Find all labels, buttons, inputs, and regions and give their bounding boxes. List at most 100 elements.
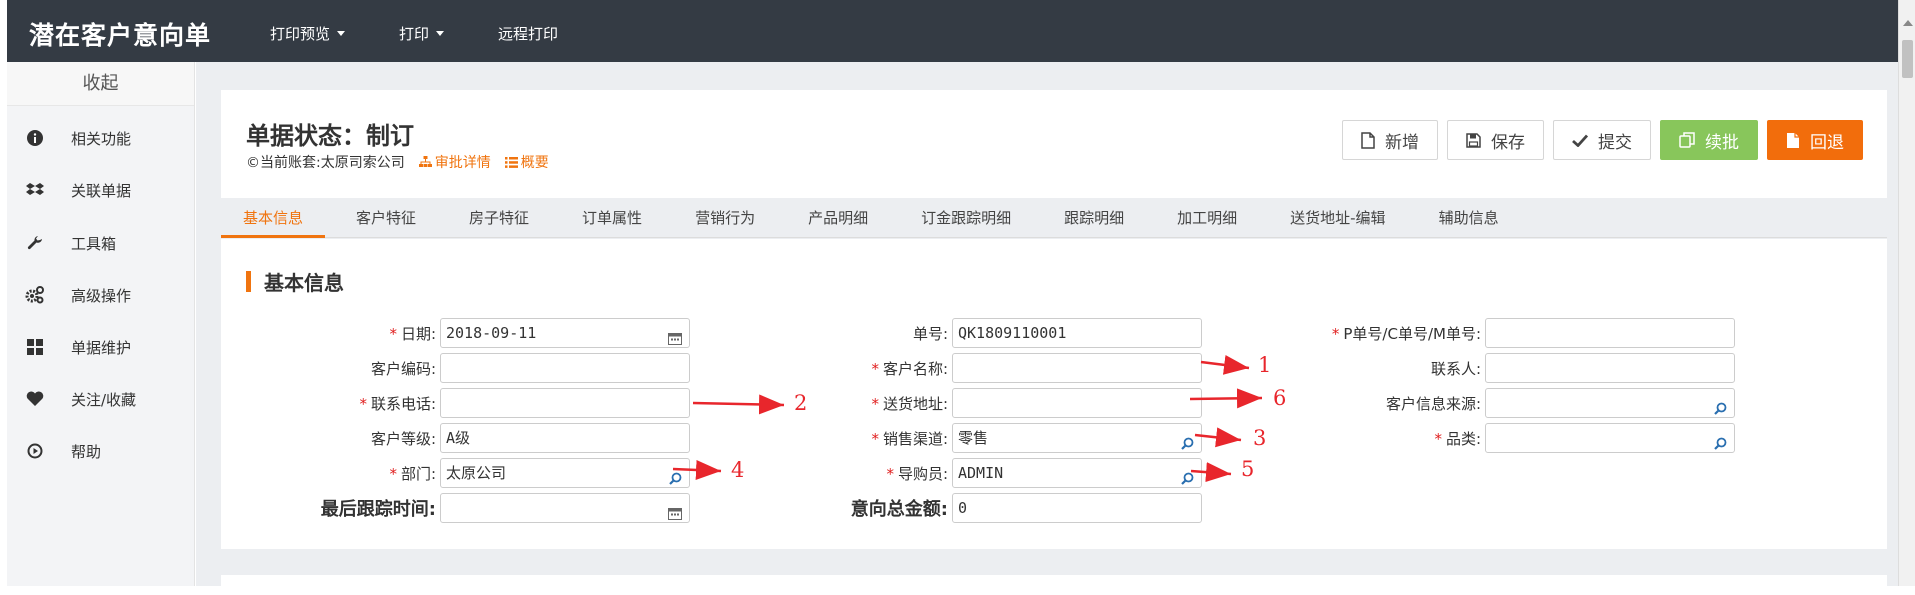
category-label-text: 品类: — [1445, 429, 1481, 448]
continue-approval-button[interactable]: 续批 — [1660, 120, 1758, 160]
scroll-up-icon[interactable] — [1903, 20, 1913, 26]
sidebar-item-doc-maintenance[interactable]: 单据维护 — [7, 332, 195, 362]
delivery-address-row: * 送货地址: — [691, 388, 1202, 418]
sidebar-item-help[interactable]: 帮助 — [7, 436, 195, 466]
top-bar: 潜在客户意向单 打印预览 打印 远程打印 — [7, 0, 1898, 62]
date-value: 2018-09-11 — [446, 324, 537, 342]
last-tracking-time-field[interactable] — [440, 493, 690, 523]
print-preview-menu[interactable]: 打印预览 — [270, 23, 346, 44]
phone-row: * 联系电话: — [221, 388, 690, 418]
customer-level-field[interactable]: A级 — [440, 423, 690, 453]
search-icon[interactable] — [669, 466, 682, 494]
required-mark: * — [1331, 324, 1340, 343]
required-mark: * — [871, 359, 879, 378]
required-mark: * — [871, 394, 879, 413]
save-button[interactable]: 保存 — [1447, 120, 1544, 160]
tab-product-details[interactable]: 产品明细 — [786, 198, 890, 238]
phone-field[interactable] — [440, 388, 690, 418]
department-field[interactable]: 太原公司 — [440, 458, 690, 488]
tab-auxiliary-info[interactable]: 辅助信息 — [1417, 198, 1521, 238]
sidebar-item-linked-docs[interactable]: 关联单据 — [7, 175, 195, 205]
tab-marketing[interactable]: 营销行为 — [673, 198, 777, 238]
delivery-address-label-text: 送货地址: — [882, 394, 948, 413]
sidebar-item-favorites[interactable]: 关注/收藏 — [7, 384, 195, 414]
customer-code-label: 客户编码: — [370, 359, 436, 378]
intended-total-label: 意向总金额: — [850, 499, 948, 520]
annotation-4: 4 — [731, 458, 745, 482]
doc-number-label: 单号: — [912, 324, 948, 343]
tab-processing-details[interactable]: 加工明细 — [1155, 198, 1259, 238]
p-c-m-number-field[interactable] — [1485, 318, 1735, 348]
submit-button[interactable]: 提交 — [1553, 120, 1651, 160]
annotation-1: 1 — [1258, 353, 1272, 377]
intended-total-field[interactable]: 0 — [952, 493, 1202, 523]
required-mark: * — [359, 394, 367, 413]
p-c-m-number-label-text: P单号/C单号/M单号: — [1343, 324, 1481, 343]
sidebar-item-label: 帮助 — [71, 442, 102, 461]
required-mark: * — [389, 324, 397, 343]
sidebar-item-related[interactable]: 相关功能 — [7, 123, 195, 153]
department-label-text: 部门: — [400, 464, 436, 483]
annotation-6: 6 — [1273, 386, 1287, 410]
tab-order-attributes[interactable]: 订单属性 — [560, 198, 664, 238]
intended-total-row: 意向总金额: 0 — [691, 493, 1202, 523]
sitemap-icon — [418, 156, 432, 167]
tab-deposit-tracking[interactable]: 订金跟踪明细 — [899, 198, 1033, 238]
search-icon[interactable] — [1714, 431, 1727, 459]
sidebar-item-label: 相关功能 — [71, 129, 132, 148]
remote-print-menu[interactable]: 远程打印 — [498, 23, 558, 44]
continue-approval-label: 续批 — [1705, 132, 1739, 153]
top-nav: 打印预览 打印 远程打印 — [270, 23, 612, 44]
tab-basic-info[interactable]: 基本信息 — [221, 198, 326, 238]
customer-code-row: 客户编码: — [221, 353, 690, 383]
category-label: * 品类: — [1171, 428, 1481, 449]
sales-channel-field[interactable]: 零售 — [952, 423, 1202, 453]
calendar-icon[interactable] — [668, 501, 682, 529]
customer-name-label: * 客户名称: — [691, 358, 948, 379]
shopping-guide-field[interactable]: ADMIN — [952, 458, 1202, 488]
phone-label: * 联系电话: — [221, 393, 436, 414]
summary-label: 概要 — [520, 155, 549, 171]
customer-name-label-text: 客户名称: — [882, 359, 948, 378]
vertical-scrollbar[interactable] — [1898, 0, 1915, 586]
account-line: ©当前账套:太原司索公司 审批详情 概要 — [246, 152, 549, 172]
customer-name-row: * 客户名称: — [691, 353, 1202, 383]
tab-customer-features[interactable]: 客户特征 — [334, 198, 438, 238]
required-mark: * — [1434, 429, 1442, 448]
contact-person-field[interactable] — [1485, 353, 1735, 383]
sidebar-item-toolbox[interactable]: 工具箱 — [7, 228, 195, 258]
summary-link[interactable]: 概要 — [504, 152, 549, 172]
section-title: 基本信息 — [246, 267, 344, 296]
new-button[interactable]: 新增 — [1342, 120, 1438, 160]
sidebar-item-advanced[interactable]: 高级操作 — [7, 280, 195, 310]
search-icon[interactable] — [1181, 466, 1194, 494]
heart-icon — [24, 391, 46, 407]
scroll-thumb[interactable] — [1902, 40, 1913, 78]
required-mark: * — [389, 464, 397, 483]
tab-house-features[interactable]: 房子特征 — [447, 198, 551, 238]
grid-icon — [24, 339, 46, 355]
date-field[interactable]: 2018-09-11 — [440, 318, 690, 348]
print-menu[interactable]: 打印 — [399, 23, 445, 44]
search-icon[interactable] — [1714, 396, 1727, 424]
info-source-field[interactable] — [1485, 388, 1735, 418]
sales-channel-row: * 销售渠道: 零售 — [691, 423, 1202, 453]
sidebar-collapse-button[interactable]: 收起 — [7, 62, 194, 106]
date-label: * 日期: — [221, 323, 436, 344]
delivery-address-field[interactable] — [952, 388, 1202, 418]
sidebar-item-label: 单据维护 — [71, 338, 132, 357]
calendar-icon[interactable] — [668, 326, 682, 354]
file-icon — [1787, 132, 1799, 148]
delivery-address-label: * 送货地址: — [691, 393, 948, 414]
date-row: * 日期: 2018-09-11 — [221, 318, 690, 348]
customer-name-field[interactable] — [952, 353, 1202, 383]
category-field[interactable] — [1485, 423, 1735, 453]
approval-details-link[interactable]: 审批详情 — [418, 152, 491, 172]
doc-status-title: 单据状态：制订 — [246, 122, 414, 150]
return-button[interactable]: 回退 — [1767, 120, 1863, 160]
tab-delivery-address[interactable]: 送货地址-编辑 — [1268, 198, 1407, 238]
doc-number-field[interactable]: QK1809110001 — [952, 318, 1202, 348]
customer-code-field[interactable] — [440, 353, 690, 383]
tab-tracking-details[interactable]: 跟踪明细 — [1042, 198, 1146, 238]
customer-level-value: A级 — [446, 429, 471, 447]
